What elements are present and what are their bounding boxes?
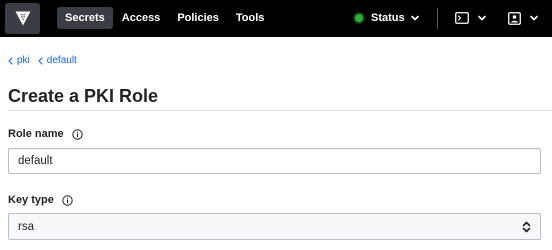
chevron-down-icon xyxy=(410,15,419,21)
nav-link-access[interactable]: Access xyxy=(114,7,169,29)
breadcrumb-link-default[interactable]: default xyxy=(38,55,77,66)
chevron-down-icon xyxy=(478,15,486,21)
breadcrumb-label: pki xyxy=(17,55,30,66)
chevron-down-icon xyxy=(530,15,538,21)
top-navigation-bar: Secrets Access Policies Tools Status xyxy=(0,0,552,37)
info-icon[interactable] xyxy=(62,194,73,206)
breadcrumb: pki default xyxy=(8,55,85,66)
nav-divider xyxy=(437,8,438,29)
nav-link-secrets[interactable]: Secrets xyxy=(57,7,113,29)
status-label: Status xyxy=(371,12,405,24)
title-divider xyxy=(8,110,552,111)
info-icon[interactable] xyxy=(71,128,83,140)
role-name-label-text: Role name xyxy=(8,128,64,140)
status-menu[interactable]: Status xyxy=(355,7,419,29)
role-name-input[interactable] xyxy=(8,148,541,174)
breadcrumb-label: default xyxy=(46,55,77,66)
status-indicator-icon xyxy=(355,14,363,22)
key-type-label: Key type xyxy=(8,194,73,206)
chevron-left-icon xyxy=(38,56,43,65)
console-icon xyxy=(455,12,469,24)
key-type-selected-value: rsa xyxy=(18,220,34,233)
home-link[interactable] xyxy=(0,0,45,37)
nav-link-policies[interactable]: Policies xyxy=(169,7,227,29)
role-name-label: Role name xyxy=(8,128,83,140)
user-menu-button[interactable] xyxy=(508,7,538,29)
page-title: Create a PKI Role xyxy=(8,86,159,106)
select-arrows-icon xyxy=(522,221,531,233)
nav-link-tools[interactable]: Tools xyxy=(228,7,273,29)
key-type-label-text: Key type xyxy=(8,194,54,206)
breadcrumb-link-pki[interactable]: pki xyxy=(8,55,30,66)
chevron-left-icon xyxy=(8,56,13,65)
console-menu-button[interactable] xyxy=(455,7,486,29)
main-nav-links: Secrets Access Policies Tools xyxy=(57,7,273,29)
key-type-select[interactable]: rsa xyxy=(8,213,541,240)
vault-logo-icon xyxy=(15,11,30,26)
logo-tile xyxy=(5,3,40,34)
user-icon xyxy=(508,11,521,25)
